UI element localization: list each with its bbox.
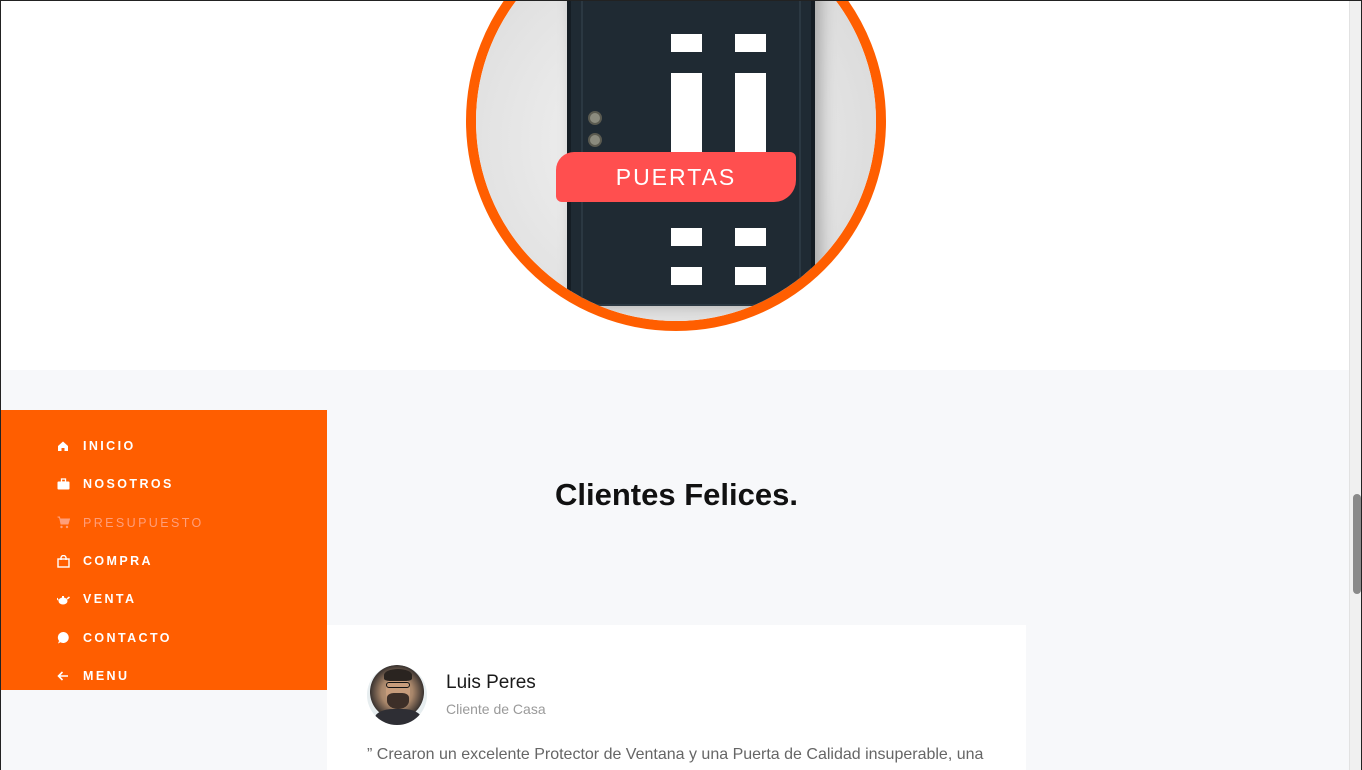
arrow-left-icon	[56, 669, 70, 683]
testimonial-card: Luis Peres Cliente de Casa ” Crearon un …	[327, 625, 1026, 770]
section-title: Clientes Felices.	[555, 477, 798, 512]
scrollbar-thumb[interactable]	[1353, 494, 1361, 594]
sidebar-item-presupuesto[interactable]: PRESUPUESTO	[1, 504, 327, 542]
sidebar-item-menu[interactable]: MENU	[1, 657, 327, 695]
scrollbar[interactable]	[1349, 1, 1361, 770]
testimonial-role: Cliente de Casa	[446, 701, 546, 717]
avatar	[367, 665, 427, 725]
sidebar-item-venta[interactable]: VENTA	[1, 580, 327, 618]
sidebar-item-contacto[interactable]: CONTACTO	[1, 618, 327, 656]
testimonial-quote: ” Crearon un excelente Protector de Vent…	[367, 746, 984, 763]
sidebar-item-nosotros[interactable]: NOSOTROS	[1, 465, 327, 503]
testimonial-name: Luis Peres	[446, 672, 536, 693]
hero-section: PUERTAS	[1, 1, 1349, 370]
sidebar-item-label: PRESUPUESTO	[83, 515, 204, 530]
teapot-icon	[56, 592, 70, 606]
sidebar-item-label: CONTACTO	[83, 630, 172, 645]
cart-icon	[56, 516, 70, 530]
shopping-bag-icon	[56, 554, 70, 568]
sidebar-item-label: NOSOTROS	[83, 477, 174, 492]
page: PUERTAS Clientes Felices. INICIO NOSOTRO…	[0, 0, 1362, 770]
home-icon	[56, 439, 70, 453]
chat-icon	[56, 631, 70, 645]
briefcase-icon	[56, 477, 70, 491]
sidebar-item-label: MENU	[83, 668, 130, 683]
sidebar-item-inicio[interactable]: INICIO	[1, 427, 327, 465]
sidebar-item-label: COMPRA	[83, 554, 153, 569]
sidebar-item-label: VENTA	[83, 592, 137, 607]
sidebar-nav: INICIO NOSOTROS PRESUPUESTO COMPRA VENTA	[1, 410, 327, 690]
sidebar-item-compra[interactable]: COMPRA	[1, 542, 327, 580]
category-badge[interactable]: PUERTAS	[556, 152, 796, 202]
sidebar-item-label: INICIO	[83, 439, 136, 454]
